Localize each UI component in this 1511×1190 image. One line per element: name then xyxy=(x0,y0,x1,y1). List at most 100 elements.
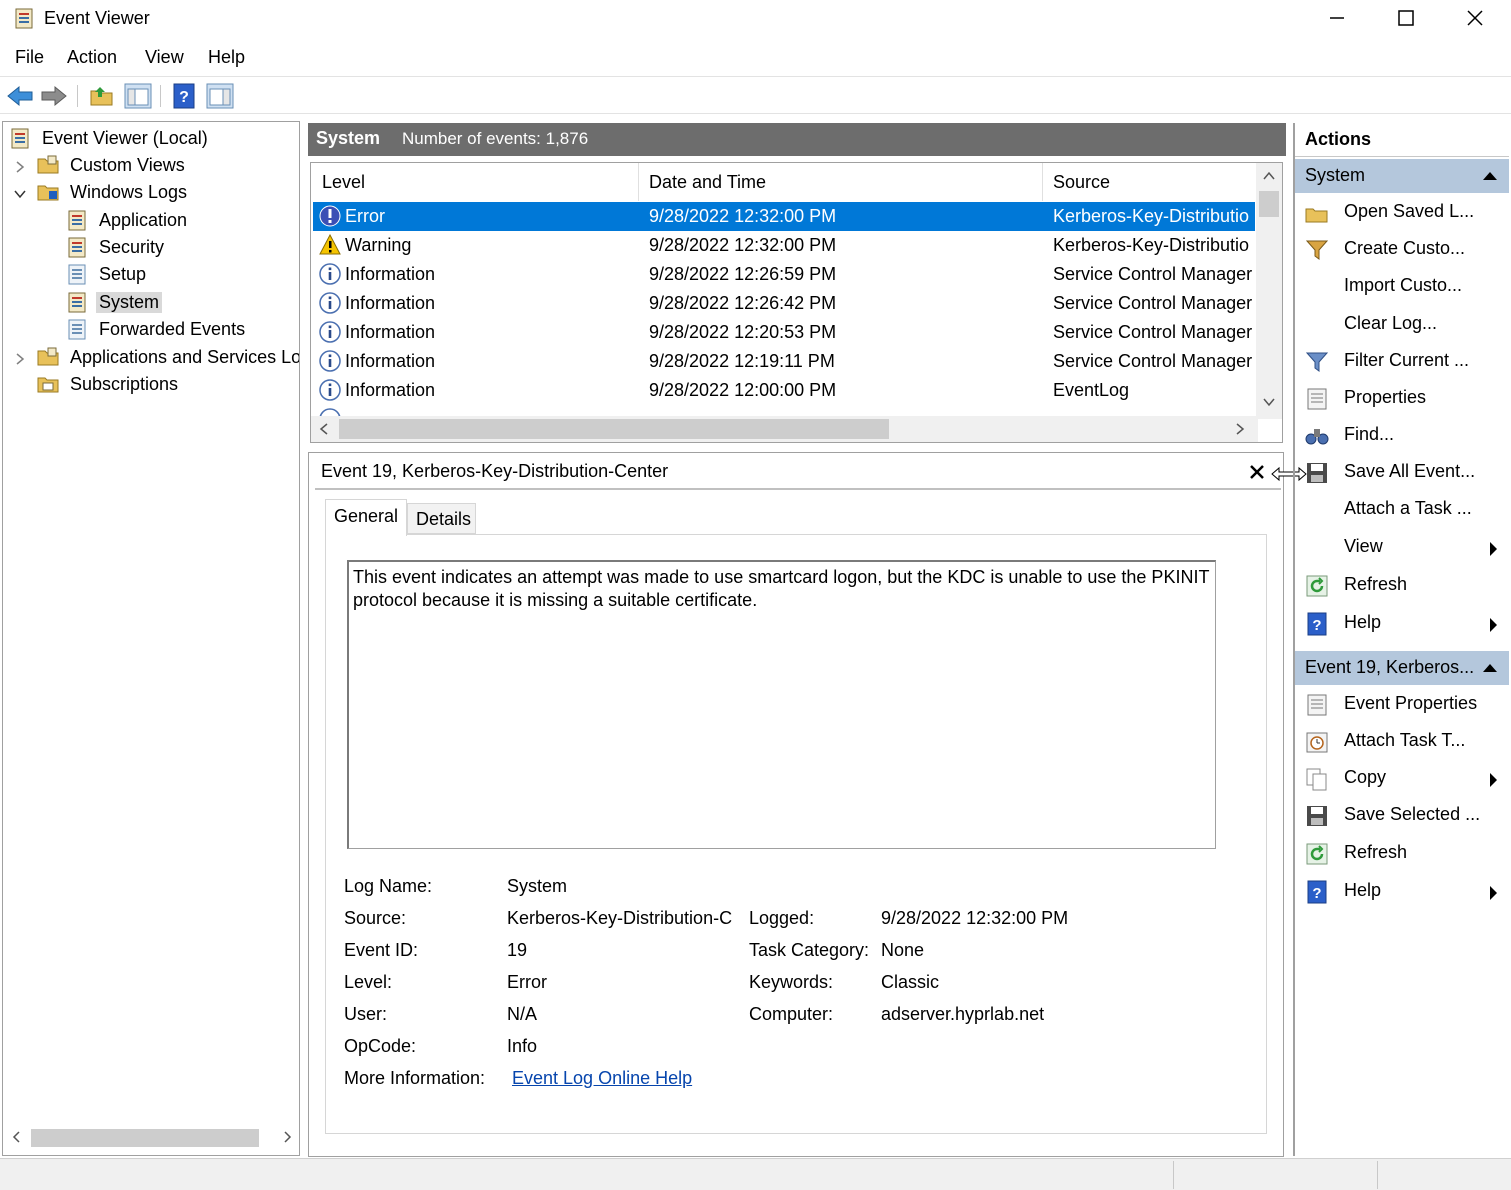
scroll-left-arrow-icon[interactable] xyxy=(319,423,329,435)
grid-horizontal-scrollbar[interactable] xyxy=(311,416,1258,442)
collapse-up-icon[interactable] xyxy=(1483,172,1497,180)
action-save-selected-events[interactable]: Save Selected ... xyxy=(1301,798,1507,834)
event-row[interactable]: Error 9/28/2022 12:32:00 PM Kerberos-Key… xyxy=(313,202,1255,231)
chevron-right-icon[interactable] xyxy=(13,352,27,366)
action-label: Event Properties xyxy=(1344,693,1478,713)
console-tree: Event Viewer (Local) Custom Views Window… xyxy=(2,121,300,1156)
collapse-up-icon[interactable] xyxy=(1483,664,1497,672)
action-label: Attach Task T... xyxy=(1344,730,1466,750)
scroll-down-arrow-icon[interactable] xyxy=(1263,397,1275,407)
event-viewer-icon xyxy=(11,128,29,149)
menu-help[interactable]: Help xyxy=(208,47,245,68)
folder-icon xyxy=(37,347,59,366)
forward-arrow-icon[interactable] xyxy=(40,83,68,109)
action-copy[interactable]: Copy xyxy=(1301,761,1507,797)
event-row[interactable]: Information 9/28/2022 12:20:53 PM Servic… xyxy=(313,318,1255,347)
action-label: Clear Log... xyxy=(1344,313,1438,333)
tree-item-system[interactable]: System xyxy=(66,289,163,315)
action-attach-task[interactable]: Attach a Task ... xyxy=(1301,492,1507,528)
menu-action[interactable]: Action xyxy=(67,47,117,68)
show-hide-action-pane-icon[interactable] xyxy=(206,83,234,109)
scroll-up-arrow-icon[interactable] xyxy=(1263,171,1275,181)
tree-item-security[interactable]: Security xyxy=(66,234,167,260)
toolbar: ? xyxy=(0,76,1511,114)
event-row[interactable]: Warning 9/28/2022 12:32:00 PM Kerberos-K… xyxy=(313,231,1255,260)
actions-section-event[interactable]: Event 19, Kerberos... xyxy=(1295,651,1509,685)
actions-header: Actions xyxy=(1295,123,1509,157)
close-window-button[interactable] xyxy=(1440,0,1510,36)
action-save-all-events[interactable]: Save All Event... xyxy=(1301,455,1507,491)
minimize-button[interactable] xyxy=(1302,0,1372,36)
value-user: N/A xyxy=(507,1004,538,1024)
action-refresh-event[interactable]: Refresh xyxy=(1301,836,1507,872)
event-detail-header: Event 19, Kerberos-Key-Distribution-Cent… xyxy=(315,456,1281,490)
open-folder-icon[interactable] xyxy=(88,83,116,109)
scrollbar-thumb[interactable] xyxy=(1259,191,1279,217)
tree-item-subscriptions[interactable]: Subscriptions xyxy=(37,371,181,397)
tree-item-application[interactable]: Application xyxy=(66,207,190,233)
events-grid: Level Date and Time Source Error 9/28/20… xyxy=(310,162,1283,443)
tree-item-applications-and-services[interactable]: Applications and Services Lo xyxy=(37,344,299,370)
event-row[interactable]: Information 9/28/2022 12:00:00 PM EventL… xyxy=(313,376,1255,405)
action-import-custom-view[interactable]: Import Custo... xyxy=(1301,269,1507,305)
show-hide-tree-icon[interactable] xyxy=(124,83,152,109)
tree-item-windows-logs[interactable]: Windows Logs xyxy=(37,179,190,205)
actions-title: Actions xyxy=(1305,129,1372,149)
event-source: Kerberos-Key-Distributio xyxy=(1053,206,1250,226)
scrollbar-thumb[interactable] xyxy=(339,419,889,439)
refresh-icon xyxy=(1306,843,1328,865)
tree-item-forwarded-events[interactable]: Forwarded Events xyxy=(66,316,248,342)
help-icon[interactable]: ? xyxy=(170,83,198,109)
close-icon[interactable] xyxy=(1249,464,1265,480)
action-help[interactable]: ? Help xyxy=(1301,606,1507,642)
tab-details[interactable]: Details xyxy=(407,503,476,534)
grid-vertical-scrollbar[interactable] xyxy=(1256,163,1282,419)
maximize-button[interactable] xyxy=(1371,0,1441,36)
event-log-online-help-link[interactable]: Event Log Online Help xyxy=(512,1068,692,1089)
action-open-saved-log[interactable]: Open Saved L... xyxy=(1301,195,1507,231)
tree-label: Windows Logs xyxy=(70,181,188,202)
action-label: Copy xyxy=(1344,767,1387,787)
tree-item-event-viewer-local[interactable]: Event Viewer (Local) xyxy=(9,125,211,151)
scroll-right-arrow-icon[interactable] xyxy=(1235,423,1245,435)
submenu-arrow-icon xyxy=(1490,618,1497,632)
action-attach-task-to-event[interactable]: Attach Task T... xyxy=(1301,724,1507,760)
action-filter-current-log[interactable]: Filter Current ... xyxy=(1301,344,1507,380)
event-row[interactable]: Information 9/28/2022 12:26:59 PM Servic… xyxy=(313,260,1255,289)
section-title: Event 19, Kerberos... xyxy=(1305,657,1475,677)
svg-text:?: ? xyxy=(1312,885,1321,902)
action-find[interactable]: Find... xyxy=(1301,418,1507,454)
tab-general[interactable]: General xyxy=(325,499,407,536)
event-row[interactable]: Information 9/28/2022 12:19:11 PM Servic… xyxy=(313,347,1255,376)
action-properties[interactable]: Properties xyxy=(1301,381,1507,417)
column-header-date-time[interactable]: Date and Time xyxy=(639,163,1043,201)
event-viewer-app-icon xyxy=(15,8,33,29)
column-header-level[interactable]: Level xyxy=(311,163,639,201)
event-detail-title: Event 19, Kerberos-Key-Distribution-Cent… xyxy=(321,461,669,481)
scroll-right-arrow-icon[interactable] xyxy=(281,1131,293,1143)
windows-logs-folder-icon xyxy=(37,185,59,201)
back-arrow-icon[interactable] xyxy=(6,83,34,109)
tree-item-custom-views[interactable]: Custom Views xyxy=(37,152,188,178)
scroll-left-arrow-icon[interactable] xyxy=(11,1131,23,1143)
chevron-down-icon[interactable] xyxy=(13,187,27,201)
scrollbar-thumb[interactable] xyxy=(31,1129,259,1147)
action-refresh[interactable]: Refresh xyxy=(1301,568,1507,604)
tree-horizontal-scrollbar[interactable] xyxy=(7,1127,297,1147)
tree-item-setup[interactable]: Setup xyxy=(66,261,149,287)
subscriptions-icon xyxy=(37,377,59,393)
tree-label: Event Viewer (Local) xyxy=(42,127,208,148)
action-help-event[interactable]: ? Help xyxy=(1301,874,1507,910)
menu-file[interactable]: File xyxy=(15,47,44,68)
chevron-right-icon[interactable] xyxy=(13,160,27,174)
action-event-properties[interactable]: Event Properties xyxy=(1301,687,1507,723)
action-create-custom-view[interactable]: Create Custo... xyxy=(1301,232,1507,268)
event-row[interactable]: Information 9/28/2022 12:26:42 PM Servic… xyxy=(313,289,1255,318)
action-clear-log[interactable]: Clear Log... xyxy=(1301,307,1507,343)
action-view[interactable]: View xyxy=(1301,530,1507,566)
status-bar-divider xyxy=(1173,1161,1174,1189)
column-header-source[interactable]: Source xyxy=(1043,163,1257,201)
action-label: Open Saved L... xyxy=(1344,201,1475,221)
menu-view[interactable]: View xyxy=(145,47,184,68)
actions-section-system[interactable]: System xyxy=(1295,159,1509,193)
